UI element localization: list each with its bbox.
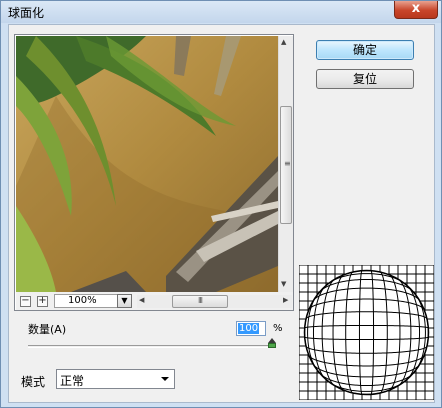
scroll-down-arrow-icon[interactable]: ▼	[281, 280, 286, 288]
close-button[interactable]: x	[394, 1, 438, 19]
grip-icon: III	[197, 296, 203, 305]
dialog-body: ▲ ≡ ▼ − + 100% ▼ ◀ III ▶ 确定 复位 数量(A) 100…	[8, 24, 435, 403]
spherize-dialog: 球面化 x ▲ ≡ ▼ − + 100% ▼ ◀ III ▶ 确定 复位 数量(…	[0, 0, 442, 408]
mode-select[interactable]: 正常	[56, 369, 175, 389]
horizontal-scrollbar[interactable]: ◀ III ▶	[137, 295, 292, 308]
chevron-down-icon	[161, 377, 169, 381]
sphere-grid-graphic	[299, 265, 434, 400]
horizontal-scroll-thumb[interactable]: III	[172, 295, 228, 308]
zoom-level-value: 100%	[68, 295, 97, 306]
window-title: 球面化	[8, 6, 45, 20]
sphere-outline	[303, 269, 430, 396]
zoom-in-button[interactable]: +	[37, 296, 48, 307]
preview-toolbar: − + 100% ▼ ◀ III ▶	[16, 292, 293, 310]
amount-slider-track[interactable]	[28, 345, 275, 348]
percent-unit: %	[273, 323, 283, 334]
mode-label: 模式	[21, 375, 46, 389]
zoom-level-field[interactable]: 100%	[54, 294, 118, 308]
amount-input[interactable]: 100	[236, 321, 266, 336]
grip-icon: ≡	[284, 159, 291, 168]
close-icon: x	[411, 1, 421, 16]
preview-photo	[16, 36, 278, 292]
scroll-up-arrow-icon[interactable]: ▲	[281, 38, 286, 46]
zoom-out-icon: −	[21, 295, 30, 306]
scroll-left-arrow-icon[interactable]: ◀	[139, 296, 144, 304]
vertical-scroll-thumb[interactable]: ≡	[280, 106, 292, 224]
dropdown-arrow-icon: ▼	[121, 296, 128, 305]
amount-slider-thumb-base[interactable]	[268, 343, 276, 348]
grid-lines	[299, 265, 434, 400]
zoom-dropdown-button[interactable]: ▼	[117, 294, 132, 308]
scroll-right-arrow-icon[interactable]: ▶	[283, 296, 288, 304]
spherize-grid-preview	[299, 265, 434, 400]
zoom-out-button[interactable]: −	[20, 296, 31, 307]
reset-button[interactable]: 复位	[316, 69, 414, 89]
title-bar[interactable]: 球面化 x	[1, 1, 441, 23]
filter-preview: ▲ ≡ ▼ − + 100% ▼ ◀ III ▶	[14, 34, 294, 311]
preview-image[interactable]	[16, 36, 278, 292]
mode-value: 正常	[60, 374, 85, 388]
amount-label: 数量(A)	[28, 323, 67, 336]
zoom-in-icon: +	[38, 295, 47, 306]
amount-value: 100	[238, 323, 260, 334]
ok-button[interactable]: 确定	[316, 40, 414, 60]
vertical-scrollbar[interactable]: ▲ ≡ ▼	[278, 36, 293, 292]
